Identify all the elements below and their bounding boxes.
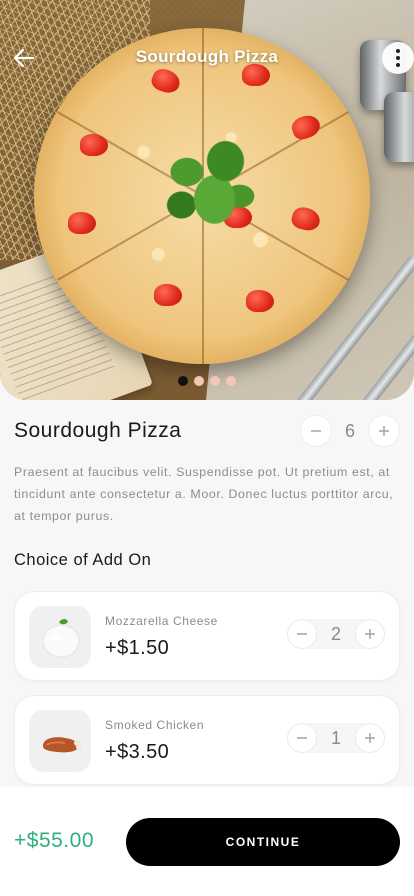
addon-quantity-value: 2 bbox=[330, 623, 341, 644]
tomato-topping bbox=[154, 284, 182, 306]
pizza-photo bbox=[34, 28, 370, 364]
carousel-dot-active[interactable] bbox=[178, 376, 188, 386]
increase-quantity-button[interactable] bbox=[368, 415, 400, 447]
addon-quantity-value: 1 bbox=[330, 727, 341, 748]
addon-price: +$1.50 bbox=[105, 637, 170, 659]
quantity-value: 6 bbox=[344, 420, 355, 441]
addon-card: Smoked Chicken +$3.50 1 bbox=[14, 695, 400, 785]
addon-section-title: Choice of Add On bbox=[14, 551, 152, 569]
increase-addon-button[interactable] bbox=[355, 723, 385, 753]
plus-icon bbox=[365, 629, 375, 639]
addon-thumbnail bbox=[29, 710, 91, 772]
more-options-button[interactable] bbox=[382, 42, 414, 74]
addon-quantity-stepper: 2 bbox=[287, 619, 385, 649]
increase-addon-button[interactable] bbox=[355, 619, 385, 649]
minus-icon bbox=[297, 737, 307, 739]
minus-icon bbox=[297, 633, 307, 635]
mozzarella-icon bbox=[42, 619, 80, 658]
product-quantity-stepper: 6 bbox=[300, 415, 400, 447]
minus-icon bbox=[311, 430, 321, 432]
addon-quantity-stepper: 1 bbox=[287, 723, 385, 753]
decrease-addon-button[interactable] bbox=[287, 723, 317, 753]
plus-icon bbox=[365, 733, 375, 743]
carousel-dot[interactable] bbox=[210, 376, 220, 386]
addon-card: Mozzarella Cheese +$1.50 2 bbox=[14, 591, 400, 681]
carousel-indicator bbox=[178, 376, 236, 386]
continue-button[interactable]: CONTINUE bbox=[126, 818, 400, 866]
total-price: +$55.00 bbox=[14, 829, 94, 852]
chicken-leg-icon bbox=[43, 737, 82, 753]
page-title: Sourdough Pizza bbox=[135, 47, 279, 66]
addon-name: Mozzarella Cheese bbox=[105, 614, 218, 628]
tomato-topping bbox=[246, 290, 274, 312]
carousel-dot[interactable] bbox=[226, 376, 236, 386]
tomato-topping bbox=[68, 212, 96, 234]
carousel-dot[interactable] bbox=[194, 376, 204, 386]
decrease-quantity-button[interactable] bbox=[300, 415, 332, 447]
arugula-topping bbox=[154, 128, 264, 238]
addon-price: +$3.50 bbox=[105, 741, 170, 763]
addon-name: Smoked Chicken bbox=[105, 718, 205, 732]
decrease-addon-button[interactable] bbox=[287, 619, 317, 649]
plus-icon bbox=[379, 426, 389, 436]
addon-thumbnail bbox=[29, 606, 91, 668]
tomato-topping bbox=[80, 134, 108, 156]
pepper-shaker bbox=[384, 92, 414, 162]
more-vertical-icon bbox=[396, 49, 400, 53]
product-description: Praesent at faucibus velit. Suspendisse … bbox=[14, 465, 394, 523]
tomato-topping bbox=[242, 64, 270, 86]
product-name: Sourdough Pizza bbox=[14, 419, 182, 442]
